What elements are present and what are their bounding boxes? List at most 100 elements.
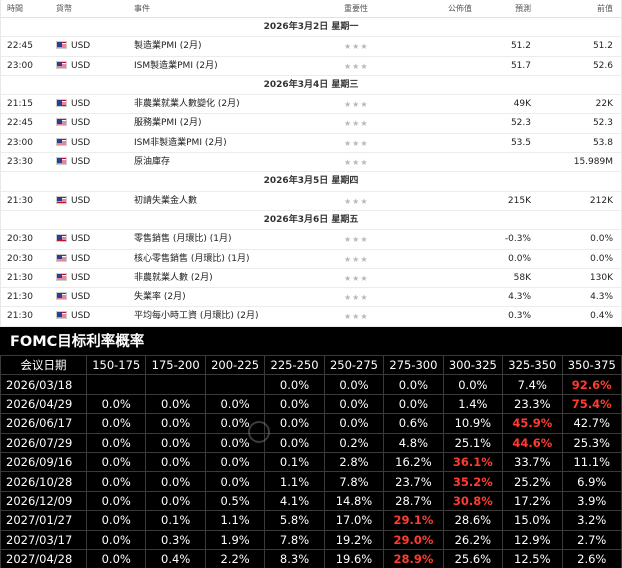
us-flag-icon (56, 272, 67, 281)
probability-cell: 0.0% (204, 393, 266, 415)
event-row[interactable]: 21:15 USD 非農業就業人數變化 (2月) ★★★ 49K 22K (1, 95, 621, 115)
probability-cell: 42.7% (561, 413, 622, 434)
event-currency: USD (56, 134, 90, 153)
probability-cell: 3.2% (561, 510, 622, 531)
us-flag-icon (56, 60, 67, 69)
header-previous[interactable]: 前值 (597, 0, 613, 17)
probability-cell-highest: 29.0% (383, 529, 444, 550)
table-row: 2026/09/16 0.0% 0.0% 0.0% 0.1% 2.8% 16.2% 36.1%… (0, 451, 622, 473)
event-previous: 52.6 (592, 60, 613, 71)
calendar-body: 2026年3月2日 星期一 22:45 USD 製造業PMI (2月) ★★★ 51.2 5… (1, 18, 621, 327)
event-row[interactable]: 21:30 USD 失業率 (2月) ★★★ 4.3% 4.3% (1, 288, 621, 308)
probability-cell: 0.0% (264, 393, 325, 415)
importance-stars-icon: ★★★ (344, 273, 369, 283)
probability-cell: 0.0% (204, 413, 266, 434)
probability-cell: 23.3% (502, 393, 563, 415)
event-previous: 51.2 (592, 41, 613, 52)
column-rate-range: 250-275 (323, 354, 385, 376)
meeting-date: 2026/12/09 (0, 490, 87, 512)
probability-cell: 0.1% (264, 451, 325, 473)
header-actual[interactable]: 公佈值 (448, 0, 472, 17)
event-forecast: -0.3% (504, 234, 531, 245)
us-flag-icon (56, 118, 67, 127)
calendar-header: 時間 貨幣 事件 重要性 公佈值 預測 前值 (1, 0, 621, 18)
currency-code: USD (71, 234, 91, 245)
event-forecast: 4.3% (508, 292, 531, 303)
event-name: 非農就業人數 (2月) (134, 272, 213, 283)
probability-cell: 19.6% (323, 548, 385, 568)
event-name: 初請失業金人數 (134, 195, 198, 206)
probability-cell (85, 374, 147, 395)
event-previous: 15.989M (573, 157, 613, 168)
probability-cell: 2.8% (323, 451, 385, 473)
column-rate-range: 225-250 (264, 354, 325, 376)
meeting-date: 2026/09/16 (0, 451, 87, 473)
probability-cell-highest: 36.1% (442, 451, 504, 473)
probability-cell: 0.6% (383, 413, 444, 434)
event-row[interactable]: 21:30 USD 非農就業人數 (2月) ★★★ 58K 130K (1, 269, 621, 289)
event-time: 21:30 (7, 272, 33, 283)
event-time: 22:45 (7, 41, 33, 52)
event-forecast: 215K (507, 195, 531, 206)
header-event[interactable]: 事件 (134, 0, 150, 17)
event-row[interactable]: 21:30 USD 平均每小時工資 (月環比) (2月) ★★★ 0.3% 0.4% (1, 307, 621, 327)
probability-cell: 1.4% (442, 393, 504, 415)
fomc-probability-panel: FOMC目标利率概率 会议日期 150-175 175-200 200-225 225-… (0, 327, 622, 568)
event-name: 平均每小時工資 (月環比) (2月) (134, 311, 259, 322)
event-row[interactable]: 22:45 USD 製造業PMI (2月) ★★★ 51.2 51.2 (1, 37, 621, 57)
probability-cell: 0.0% (442, 374, 504, 395)
probability-cell: 0.0% (383, 374, 444, 395)
table-row: 2026/07/29 0.0% 0.0% 0.0% 0.0% 0.2% 4.8% 25.1% 4… (0, 432, 622, 453)
probability-cell: 25.2% (502, 471, 563, 492)
currency-code: USD (71, 60, 91, 71)
event-time: 20:30 (7, 234, 33, 245)
table-row: 2026/12/09 0.0% 0.0% 0.5% 4.1% 14.8% 28.7% 30.8… (0, 490, 622, 512)
table-row: 2027/04/28 0.0% 0.4% 2.2% 8.3% 19.6% 28.9% 25.6… (0, 548, 622, 568)
probability-cell: 0.0% (264, 432, 325, 453)
event-currency: USD (56, 153, 90, 172)
importance-stars-icon: ★★★ (344, 158, 369, 168)
event-row[interactable]: 23:00 USD ISM非製造業PMI (2月) ★★★ 53.5 53.8 (1, 134, 621, 154)
event-name: ISM非製造業PMI (2月) (134, 137, 227, 148)
event-currency: USD (56, 250, 90, 269)
date-group-row: 2026年3月6日 星期五 (1, 211, 621, 231)
importance-stars-icon: ★★★ (344, 312, 369, 322)
probability-cell: 7.8% (264, 529, 325, 550)
currency-code: USD (71, 272, 91, 283)
event-row[interactable]: 21:30 USD 初請失業金人數 ★★★ 215K 212K (1, 192, 621, 211)
event-forecast: 0.0% (508, 253, 531, 264)
probability-cell: 0.0% (204, 471, 266, 492)
probability-cell: 8.3% (264, 548, 325, 568)
probability-cell: 0.2% (323, 432, 385, 453)
header-importance[interactable]: 重要性 (344, 0, 368, 17)
probability-cell: 3.9% (561, 490, 622, 512)
meeting-date: 2027/03/17 (0, 529, 87, 550)
importance-stars-icon: ★★★ (344, 138, 369, 148)
event-name: 原油庫存 (134, 157, 171, 168)
probability-cell: 0.0% (204, 451, 266, 473)
probability-cell: 0.0% (145, 471, 206, 492)
date-group-row: 2026年3月5日 星期四 (1, 172, 621, 192)
header-forecast[interactable]: 預測 (515, 0, 531, 17)
header-time[interactable]: 時間 (7, 0, 23, 17)
event-name: 失業率 (2月) (134, 292, 186, 303)
event-row[interactable]: 23:30 USD 原油庫存 ★★★ 15.989M (1, 153, 621, 173)
meeting-date: 2026/10/28 (0, 471, 87, 492)
header-currency[interactable]: 貨幣 (56, 0, 72, 17)
event-time: 20:30 (7, 253, 33, 264)
event-row[interactable]: 22:45 USD 服務業PMI (2月) ★★★ 52.3 52.3 (1, 114, 621, 134)
economic-calendar: 時間 貨幣 事件 重要性 公佈值 預測 前值 2026年3月2日 星期一 22:4… (0, 0, 622, 327)
event-currency: USD (56, 57, 90, 76)
event-row[interactable]: 23:00 USD ISM製造業PMI (2月) ★★★ 51.7 52.6 (1, 57, 621, 76)
event-row[interactable]: 20:30 USD 零售銷售 (月環比) (1月) ★★★ -0.3% 0.0% (1, 230, 621, 250)
probability-cell: 12.5% (502, 548, 563, 568)
event-row[interactable]: 20:30 USD 核心零售銷售 (月環比) (1月) ★★★ 0.0% 0.0% (1, 250, 621, 269)
event-name: ISM製造業PMI (2月) (134, 60, 218, 71)
probability-cell: 16.2% (383, 451, 444, 473)
us-flag-icon (56, 253, 67, 262)
probability-cell-highest: 35.2% (442, 471, 504, 492)
currency-code: USD (71, 253, 91, 264)
probability-cell: 1.1% (204, 510, 266, 531)
event-time: 21:30 (7, 292, 33, 303)
probability-cell: 12.9% (502, 529, 563, 550)
